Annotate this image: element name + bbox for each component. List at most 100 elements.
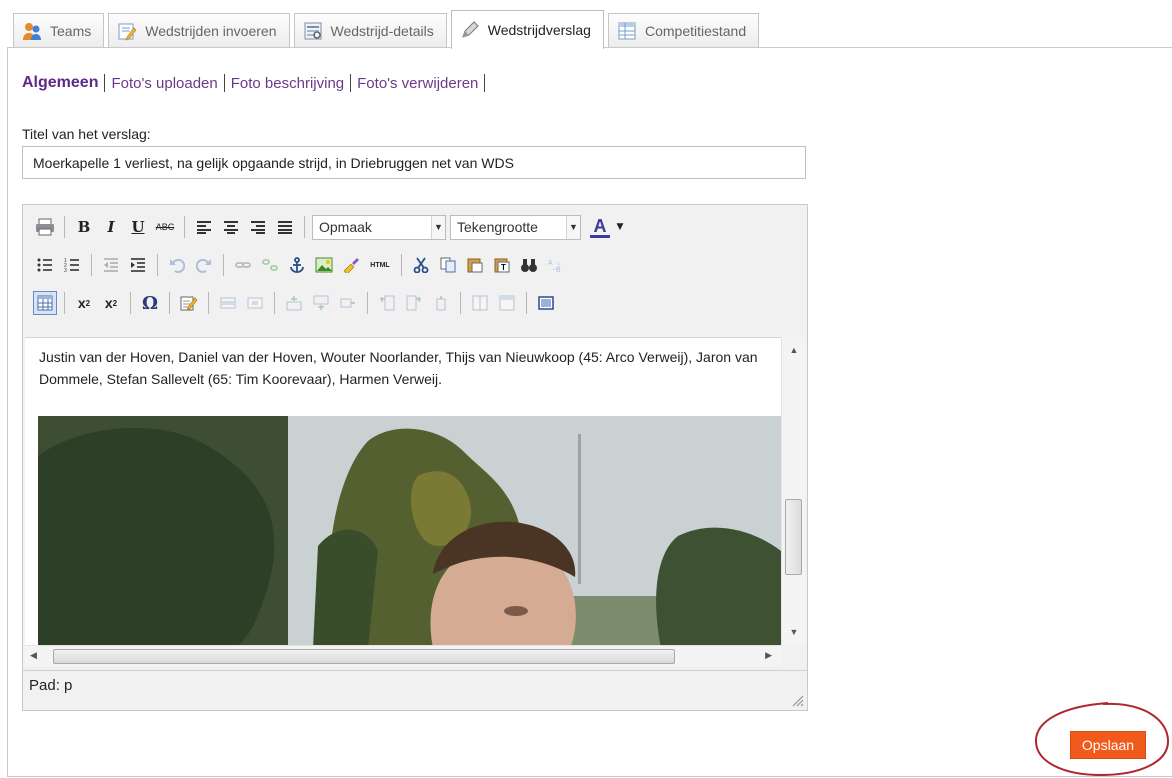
paste-text-icon[interactable]: T xyxy=(490,253,514,277)
subnav-fotos-verwijderen[interactable]: Foto's verwijderen xyxy=(357,75,478,92)
paste-icon[interactable] xyxy=(463,253,487,277)
subnav-fotos-uploaden[interactable]: Foto's uploaden xyxy=(111,75,217,92)
pencil-icon xyxy=(460,20,480,40)
format-select[interactable]: Opmaak ▼ xyxy=(312,214,446,240)
link-icon[interactable] xyxy=(231,253,255,277)
underline-icon[interactable]: U xyxy=(126,215,150,239)
title-input[interactable] xyxy=(22,146,806,179)
insert-column-after-icon[interactable] xyxy=(402,291,426,315)
svg-text:T: T xyxy=(501,263,506,272)
delete-row-icon[interactable] xyxy=(336,291,360,315)
divider xyxy=(526,292,527,314)
scroll-left-icon[interactable]: ◀ xyxy=(30,650,37,661)
divider xyxy=(401,254,402,276)
divider xyxy=(208,292,209,314)
sub-navigation: Algemeen Foto's uploaden Foto beschrijvi… xyxy=(22,74,491,92)
copy-icon[interactable] xyxy=(436,253,460,277)
cell-properties-icon[interactable] xyxy=(243,291,267,315)
tab-wedstrijdverslag[interactable]: Wedstrijdverslag xyxy=(450,10,604,49)
divider xyxy=(223,254,224,276)
cut-icon[interactable] xyxy=(409,253,433,277)
print-icon[interactable] xyxy=(33,215,57,239)
text-color-icon[interactable]: A xyxy=(589,215,611,239)
replace-icon[interactable]: AB xyxy=(544,253,568,277)
title-label: Titel van het verslag: xyxy=(22,126,151,142)
scroll-down-icon[interactable]: ▼ xyxy=(782,627,806,637)
tab-label: Wedstrijdverslag xyxy=(487,22,591,38)
scroll-thumb[interactable] xyxy=(53,649,675,664)
italic-icon[interactable]: I xyxy=(99,215,123,239)
rich-text-editor: B I U ABC Opmaak ▼ Tekengrootte ▼ A ▼ 12… xyxy=(22,204,808,711)
fontsize-select[interactable]: Tekengrootte ▼ xyxy=(450,214,581,240)
strikethrough-icon[interactable]: ABC xyxy=(153,215,177,239)
horizontal-scrollbar[interactable]: ◀ ▶ xyxy=(25,645,781,666)
split-cells-icon[interactable] xyxy=(468,291,492,315)
align-right-icon[interactable] xyxy=(246,215,270,239)
tab-label: Teams xyxy=(50,23,92,39)
bold-icon[interactable]: B xyxy=(72,215,96,239)
bullet-list-icon[interactable] xyxy=(33,253,57,277)
edit-form-icon xyxy=(117,21,137,41)
scroll-thumb[interactable] xyxy=(785,499,802,575)
fontsize-select-value: Tekengrootte xyxy=(457,219,538,235)
subscript-icon[interactable]: x2 xyxy=(72,291,96,315)
divider xyxy=(484,74,486,92)
svg-text:3: 3 xyxy=(64,268,67,273)
toolbar-row-3: x2 x2 Ω xyxy=(33,289,561,317)
match-photo xyxy=(38,416,781,645)
html-source-icon[interactable]: HTML xyxy=(366,253,394,277)
toolbar-row-1: B I U ABC Opmaak ▼ Tekengrootte ▼ A ▼ xyxy=(33,213,629,241)
tab-teams[interactable]: Teams xyxy=(13,13,105,48)
tab-bar: Teams Wedstrijden invoeren Wedstrijd-det… xyxy=(13,10,760,49)
insert-image-icon[interactable] xyxy=(312,253,336,277)
vertical-scrollbar[interactable]: ▲ ▼ xyxy=(781,337,805,645)
divider xyxy=(169,292,170,314)
align-left-icon[interactable] xyxy=(192,215,216,239)
undo-icon[interactable] xyxy=(165,253,189,277)
tab-competitiestand[interactable]: Competitiestand xyxy=(607,13,760,48)
element-path: Pad: p xyxy=(29,677,73,694)
svg-text:A: A xyxy=(548,260,553,267)
chevron-down-icon: ▼ xyxy=(566,215,580,239)
toolbar-row-2: 123 HTML T AB xyxy=(33,251,571,279)
scroll-right-icon[interactable]: ▶ xyxy=(765,650,772,661)
table-insert-icon[interactable] xyxy=(33,291,57,315)
divider xyxy=(64,216,65,238)
resize-grip-icon[interactable] xyxy=(790,693,804,707)
align-center-icon[interactable] xyxy=(219,215,243,239)
insert-column-before-icon[interactable] xyxy=(375,291,399,315)
insert-row-before-icon[interactable] xyxy=(282,291,306,315)
superscript-icon[interactable]: x2 xyxy=(99,291,123,315)
divider xyxy=(91,254,92,276)
teams-icon xyxy=(22,21,42,41)
divider xyxy=(274,292,275,314)
divider xyxy=(184,216,185,238)
indent-icon[interactable] xyxy=(126,253,150,277)
insert-row-after-icon[interactable] xyxy=(309,291,333,315)
divider xyxy=(130,292,131,314)
unlink-icon[interactable] xyxy=(258,253,282,277)
row-properties-icon[interactable] xyxy=(216,291,240,315)
find-icon[interactable] xyxy=(517,253,541,277)
outdent-icon[interactable] xyxy=(99,253,123,277)
anchor-icon[interactable] xyxy=(285,253,309,277)
fullscreen-icon[interactable] xyxy=(534,291,558,315)
tab-wedstrijden-invoeren[interactable]: Wedstrijden invoeren xyxy=(108,13,290,48)
tab-wedstrijd-details[interactable]: Wedstrijd-details xyxy=(293,13,447,48)
subnav-algemeen[interactable]: Algemeen xyxy=(22,74,98,92)
edit-attributes-icon[interactable] xyxy=(177,291,201,315)
cleanup-icon[interactable] xyxy=(339,253,363,277)
table-icon xyxy=(617,21,637,41)
delete-column-icon[interactable] xyxy=(429,291,453,315)
editor-content-area[interactable]: Justin van der Hoven, Daniel van der Hov… xyxy=(25,337,781,645)
align-justify-icon[interactable] xyxy=(273,215,297,239)
numbered-list-icon[interactable]: 123 xyxy=(60,253,84,277)
merge-cells-icon[interactable] xyxy=(495,291,519,315)
special-character-icon[interactable]: Ω xyxy=(138,291,162,315)
subnav-foto-beschrijving[interactable]: Foto beschrijving xyxy=(231,75,344,92)
scroll-up-icon[interactable]: ▲ xyxy=(782,345,806,355)
redo-icon[interactable] xyxy=(192,253,216,277)
chevron-down-icon[interactable]: ▼ xyxy=(614,215,626,239)
divider xyxy=(64,292,65,314)
save-button[interactable]: Opslaan xyxy=(1070,731,1146,759)
